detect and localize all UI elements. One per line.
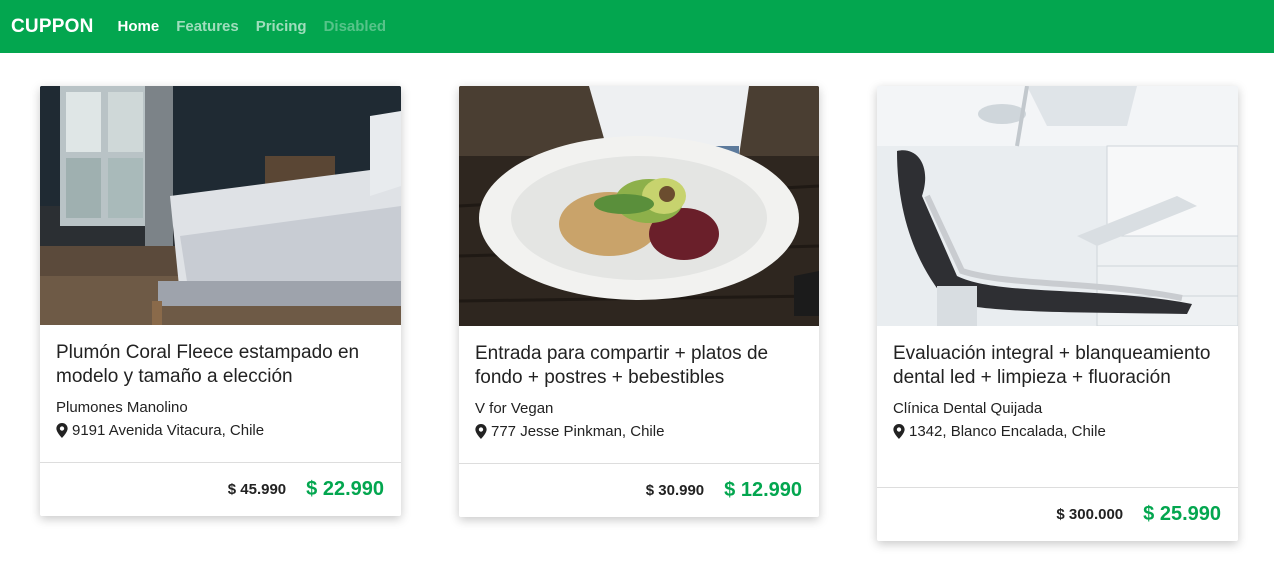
- nav-pricing[interactable]: Pricing: [256, 18, 307, 35]
- address-text: 1342, Blanco Encalada, Chile: [909, 423, 1106, 440]
- new-price: $ 22.990: [306, 478, 384, 500]
- price-footer: $ 30.990 $ 12.990: [459, 463, 819, 517]
- dental-chair-photo[interactable]: [877, 86, 1238, 326]
- deal-title[interactable]: Plumón Coral Fleece estampado en modelo …: [56, 341, 385, 389]
- seller-name: Clínica Dental Quijada: [893, 400, 1043, 417]
- nav-features[interactable]: Features: [176, 18, 239, 35]
- address-line: 9191 Avenida Vitacura, Chile: [56, 422, 385, 439]
- bedroom-bed-photo[interactable]: [40, 86, 401, 325]
- price-footer: $ 300.000 $ 25.990: [877, 487, 1238, 541]
- deal-card[interactable]: Plumón Coral Fleece estampado en modelo …: [40, 86, 401, 516]
- new-price: $ 25.990: [1143, 503, 1221, 525]
- old-price: $ 300.000: [1056, 506, 1124, 523]
- deal-title[interactable]: Evaluación integral + blanqueamiento den…: [893, 342, 1222, 390]
- map-marker-icon: [893, 424, 905, 439]
- nav-home[interactable]: Home: [118, 18, 160, 35]
- top-navbar: CUPPON Home Features Pricing Disabled: [0, 0, 1274, 53]
- address-text: 9191 Avenida Vitacura, Chile: [72, 422, 265, 439]
- address-line: 1342, Blanco Encalada, Chile: [893, 423, 1222, 440]
- deal-card[interactable]: Evaluación integral + blanqueamiento den…: [877, 86, 1238, 541]
- brand-logo[interactable]: CUPPON: [11, 16, 94, 38]
- address-line: 777 Jesse Pinkman, Chile: [475, 423, 803, 440]
- map-marker-icon: [475, 424, 487, 439]
- seller-name: Plumones Manolino: [56, 399, 188, 416]
- old-price: $ 45.990: [227, 481, 287, 498]
- price-footer: $ 45.990 $ 22.990: [40, 462, 401, 516]
- old-price: $ 30.990: [645, 482, 705, 499]
- new-price: $ 12.990: [724, 479, 802, 501]
- salad-plate-photo[interactable]: [459, 86, 819, 326]
- seller-name: V for Vegan: [475, 400, 554, 417]
- map-marker-icon: [56, 423, 68, 438]
- address-text: 777 Jesse Pinkman, Chile: [491, 423, 665, 440]
- nav-disabled: Disabled: [323, 18, 387, 35]
- deal-title[interactable]: Entrada para compartir + platos de fondo…: [475, 342, 803, 390]
- deal-card[interactable]: Entrada para compartir + platos de fondo…: [459, 86, 819, 517]
